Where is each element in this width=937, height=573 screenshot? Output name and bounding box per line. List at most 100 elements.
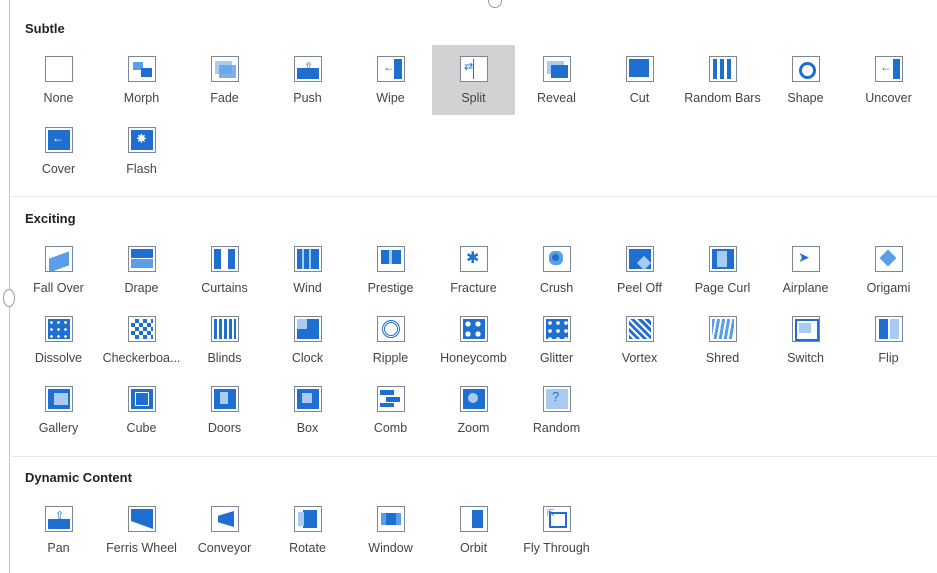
section-divider	[12, 196, 937, 197]
airplane-transition-icon: ➤	[792, 246, 820, 272]
transition-label: Shred	[705, 351, 740, 365]
gallery-transition-icon	[45, 386, 73, 412]
transition-ferris-wheel[interactable]: Ferris Wheel	[100, 495, 183, 565]
peel-off-transition-icon	[626, 246, 654, 272]
honeycomb-transition-icon	[460, 316, 488, 342]
resize-handle-top[interactable]	[488, 0, 502, 8]
transition-drape[interactable]: Drape	[100, 235, 183, 305]
transition-zoom[interactable]: Zoom	[432, 375, 515, 445]
transition-label: Wipe	[376, 91, 405, 105]
cover-transition-icon: ←	[45, 127, 73, 153]
switch-transition-icon	[792, 316, 820, 342]
conveyor-transition-icon	[211, 506, 239, 532]
transition-fade[interactable]: Fade	[183, 45, 266, 115]
push-transition-icon: ⇧	[294, 56, 322, 82]
transition-label: Page Curl	[694, 281, 751, 295]
crush-transition-icon	[543, 246, 571, 272]
transition-flip[interactable]: Flip	[847, 305, 930, 375]
prestige-transition-icon	[377, 246, 405, 272]
transition-uncover[interactable]: ← Uncover	[847, 45, 930, 115]
transition-label: Switch	[787, 351, 824, 365]
transition-fall-over[interactable]: Fall Over	[17, 235, 100, 305]
wind-transition-icon	[294, 246, 322, 272]
transition-shred[interactable]: Shred	[681, 305, 764, 375]
resize-handle-left[interactable]	[3, 289, 15, 307]
transition-shape[interactable]: Shape	[764, 45, 847, 115]
transition-split[interactable]: ⇄ Split	[432, 45, 515, 115]
transition-label: Uncover	[865, 91, 912, 105]
random-bars-transition-icon	[709, 56, 737, 82]
transition-label: Airplane	[782, 281, 829, 295]
transition-label: Honeycomb	[440, 351, 507, 365]
fly-through-transition-icon: ⇱	[543, 506, 571, 532]
transition-label: Push	[293, 91, 322, 105]
transition-label: Cube	[126, 421, 157, 435]
transition-checkerboa[interactable]: Checkerboa...	[100, 305, 183, 375]
comb-transition-icon	[377, 386, 405, 412]
transition-cover[interactable]: ← Cover	[17, 116, 100, 186]
transition-doors[interactable]: Doors	[183, 375, 266, 445]
transition-morph[interactable]: Morph	[100, 45, 183, 115]
transition-label: Blinds	[207, 351, 242, 365]
transition-honeycomb[interactable]: Honeycomb	[432, 305, 515, 375]
transition-ripple[interactable]: Ripple	[349, 305, 432, 375]
transition-rotate[interactable]: Rotate	[266, 495, 349, 565]
transition-orbit[interactable]: Orbit	[432, 495, 515, 565]
transition-flash[interactable]: ✸ Flash	[100, 116, 183, 186]
shape-transition-icon	[792, 56, 820, 82]
transition-origami[interactable]: Origami	[847, 235, 930, 305]
transition-pan[interactable]: ⇧ Pan	[17, 495, 100, 565]
transition-label: Conveyor	[197, 541, 252, 555]
transition-label: Fracture	[450, 281, 497, 295]
checkerboard-transition-icon	[128, 316, 156, 342]
transition-peel-off[interactable]: Peel Off	[598, 235, 681, 305]
cube-transition-icon	[128, 386, 156, 412]
window-transition-icon	[377, 506, 405, 532]
transition-fracture[interactable]: ✱ Fracture	[432, 235, 515, 305]
transition-wipe[interactable]: ← Wipe	[349, 45, 432, 115]
transition-blinds[interactable]: Blinds	[183, 305, 266, 375]
section-divider	[12, 456, 937, 457]
flip-transition-icon	[875, 316, 903, 342]
transition-crush[interactable]: Crush	[515, 235, 598, 305]
transition-random[interactable]: ? Random	[515, 375, 598, 445]
shred-transition-icon	[709, 316, 737, 342]
transition-label: Flash	[126, 162, 157, 176]
transition-fly-through[interactable]: ⇱ Fly Through	[515, 495, 598, 565]
section-title-subtle: Subtle	[25, 21, 65, 36]
transition-switch[interactable]: Switch	[764, 305, 847, 375]
transition-none[interactable]: None	[17, 45, 100, 115]
transition-label: Gallery	[38, 421, 79, 435]
transition-gallery[interactable]: Gallery	[17, 375, 100, 445]
transition-reveal[interactable]: Reveal	[515, 45, 598, 115]
transition-random-bars[interactable]: Random Bars	[681, 45, 764, 115]
transition-glitter[interactable]: Glitter	[515, 305, 598, 375]
transition-cut[interactable]: Cut	[598, 45, 681, 115]
transition-label: Split	[461, 91, 486, 105]
orbit-transition-icon	[460, 506, 488, 532]
transition-curtains[interactable]: Curtains	[183, 235, 266, 305]
transition-wind[interactable]: Wind	[266, 235, 349, 305]
transition-vortex[interactable]: Vortex	[598, 305, 681, 375]
transition-dissolve[interactable]: Dissolve	[17, 305, 100, 375]
transition-window[interactable]: Window	[349, 495, 432, 565]
wipe-transition-icon: ←	[377, 56, 405, 82]
transition-label: Vortex	[621, 351, 658, 365]
transition-label: Flip	[878, 351, 899, 365]
pan-transition-icon: ⇧	[45, 506, 73, 532]
transition-label: Drape	[124, 281, 159, 295]
transition-push[interactable]: ⇧ Push	[266, 45, 349, 115]
transition-label: Cover	[41, 162, 76, 176]
transition-cube[interactable]: Cube	[100, 375, 183, 445]
transition-page-curl[interactable]: Page Curl	[681, 235, 764, 305]
transition-airplane[interactable]: ➤ Airplane	[764, 235, 847, 305]
transition-prestige[interactable]: Prestige	[349, 235, 432, 305]
uncover-transition-icon: ←	[875, 56, 903, 82]
transition-label: Wind	[293, 281, 322, 295]
transition-clock[interactable]: Clock	[266, 305, 349, 375]
transition-comb[interactable]: Comb	[349, 375, 432, 445]
transition-label: Morph	[123, 91, 160, 105]
transition-box[interactable]: Box	[266, 375, 349, 445]
transition-conveyor[interactable]: Conveyor	[183, 495, 266, 565]
transition-label: Window	[368, 541, 413, 555]
